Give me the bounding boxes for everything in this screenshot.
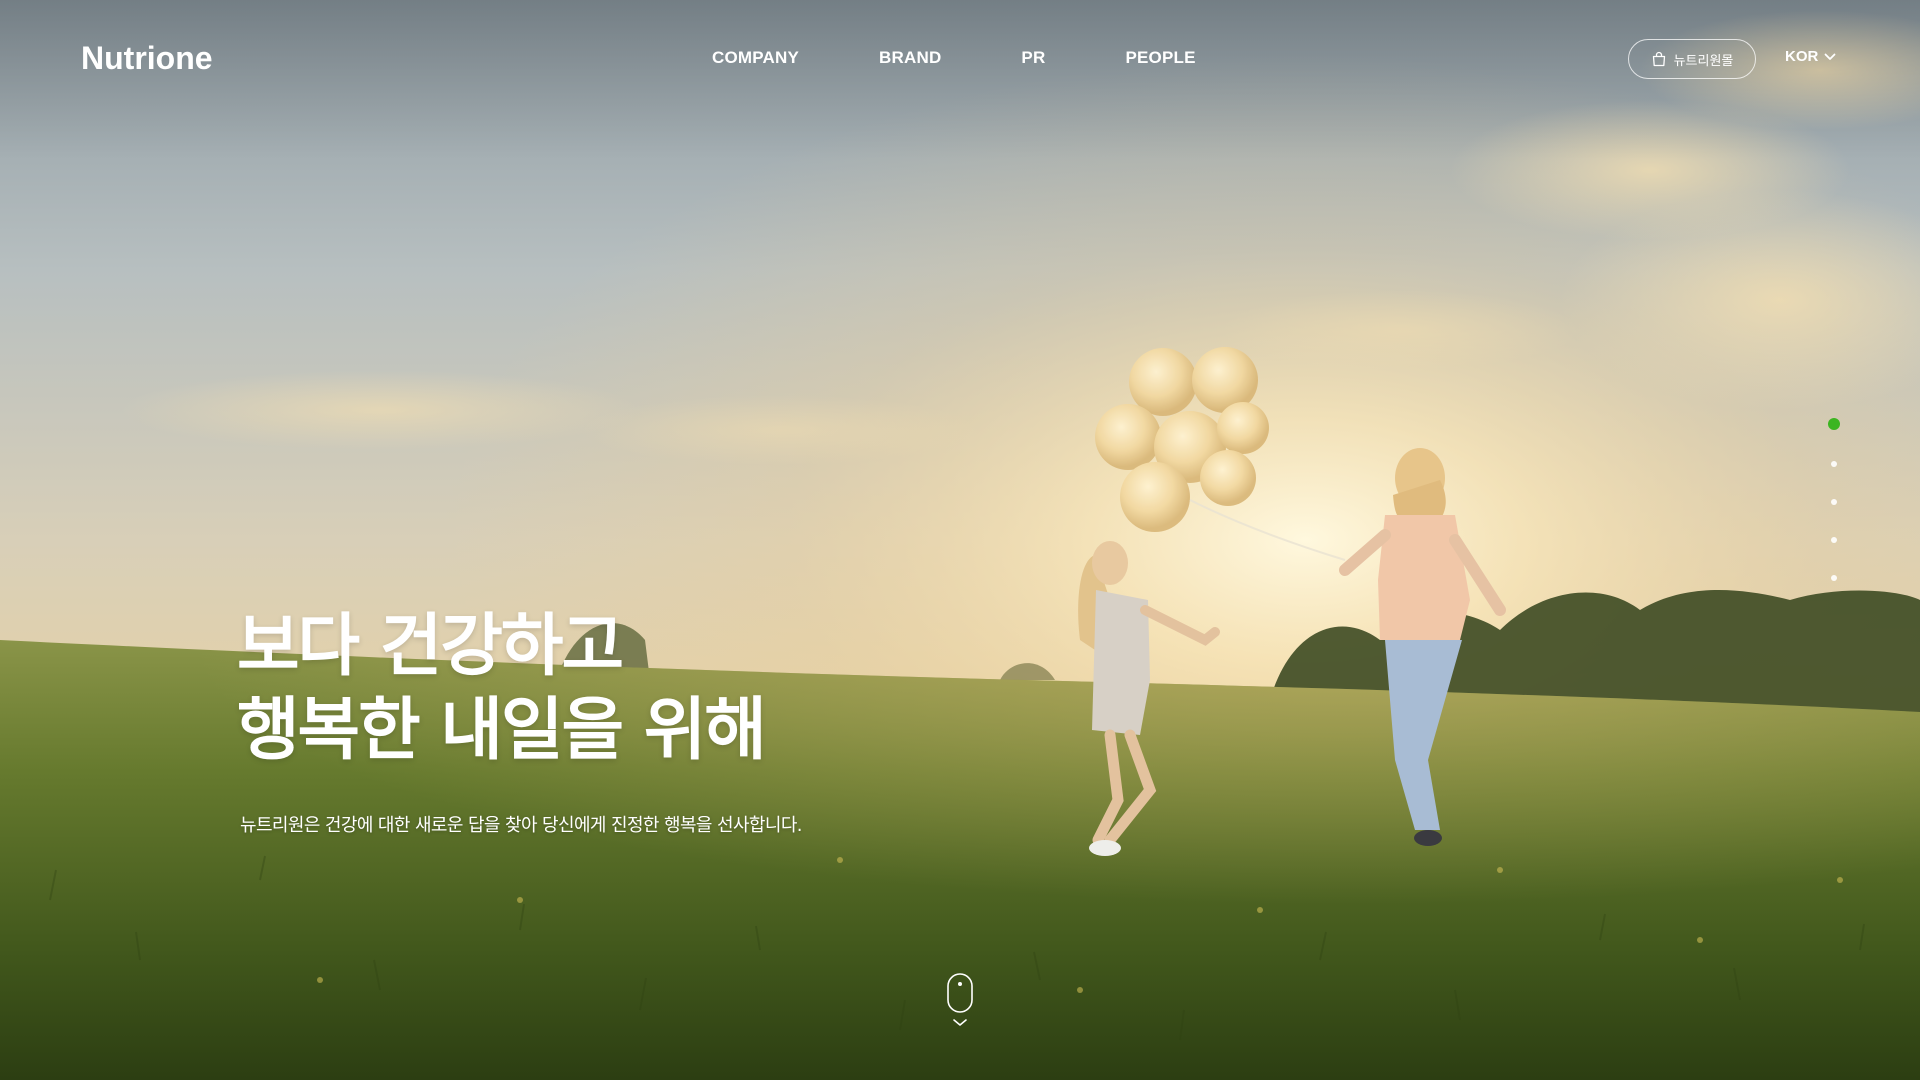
nav-item-company[interactable]: COMPANY xyxy=(712,46,799,70)
mall-link-label: 뉴트리원몰 xyxy=(1673,53,1734,69)
pager-dot-2[interactable] xyxy=(1831,461,1837,467)
logo-text: Nutrione xyxy=(81,40,213,76)
hero-title-line-2: 행복한 내일을 위해 xyxy=(237,691,767,770)
nav-item-pr[interactable]: PR xyxy=(1021,46,1045,70)
pager-dot-4[interactable] xyxy=(1831,537,1837,543)
global-navigation: COMPANY BRAND PR PEOPLE xyxy=(712,46,1196,70)
language-selected-value: KOR xyxy=(1785,48,1819,65)
chevron-down-icon xyxy=(1824,48,1836,65)
brand-logo[interactable]: Nutrione xyxy=(81,38,213,78)
nav-item-people[interactable]: PEOPLE xyxy=(1125,46,1195,70)
hero-title: 보다 건강하고 행복한 내일을 위해 xyxy=(237,605,767,773)
hero-description: 뉴트리원은 건강에 대한 새로운 답을 찾아 당신에게 진정한 행복을 선사합니… xyxy=(240,815,803,836)
hero-title-line-1: 보다 건강하고 xyxy=(237,607,624,686)
mouse-scroll-icon[interactable] xyxy=(946,972,974,1032)
pager-dot-5[interactable] xyxy=(1831,575,1837,581)
language-select[interactable]: KOR xyxy=(1785,48,1836,65)
pager-dot-3[interactable] xyxy=(1831,499,1837,505)
nav-item-brand[interactable]: BRAND xyxy=(879,46,941,70)
shopping-bag-icon xyxy=(1651,51,1667,67)
hero-background-image xyxy=(0,0,1920,1080)
main-page: Nutrione COMPANY BRAND PR PEOPLE 뉴트리원몰 K… xyxy=(0,0,1920,1080)
pager-dot-1[interactable] xyxy=(1828,418,1840,430)
mall-link-button[interactable]: 뉴트리원몰 xyxy=(1628,39,1756,79)
